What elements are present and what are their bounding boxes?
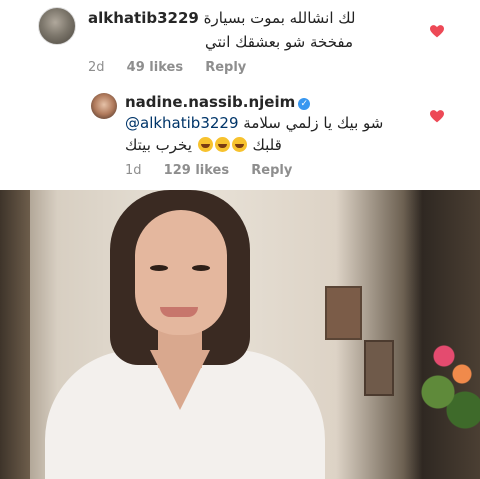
left-eye bbox=[150, 265, 168, 271]
comments-section: alkhatib3229 لك انشالله بموت بسيارة مفخخ… bbox=[0, 0, 480, 190]
comment-meta: 2d 49 likes Reply bbox=[88, 60, 264, 75]
lips bbox=[160, 307, 198, 317]
comment-text-2: مفخخة شو بعشقك انتي bbox=[205, 33, 354, 51]
reply-reply-button[interactable]: Reply bbox=[251, 163, 292, 178]
reply-time: 1d bbox=[125, 163, 142, 178]
reply-button[interactable]: Reply bbox=[205, 60, 246, 75]
avatar-nadine[interactable] bbox=[91, 93, 117, 119]
heart-icon[interactable] bbox=[430, 25, 444, 38]
heart-icon[interactable] bbox=[430, 110, 444, 123]
username-nadine[interactable]: nadine.nassib.njeim bbox=[125, 93, 295, 111]
reply-meta: 1d 129 likes Reply bbox=[125, 163, 310, 178]
wall-picture-frame bbox=[325, 286, 362, 340]
flower-bouquet bbox=[420, 320, 480, 440]
reply-text-3: يخرب بيتك bbox=[125, 136, 192, 154]
username-alkhatib[interactable]: alkhatib3229 bbox=[88, 9, 199, 27]
comment-line-1: alkhatib3229 لك انشالله بموت بسيارة bbox=[88, 9, 356, 27]
v-neckline bbox=[150, 350, 210, 410]
verified-badge-icon: ✓ bbox=[298, 98, 311, 110]
reply-line-0: nadine.nassib.njeim ✓ bbox=[125, 93, 311, 111]
avatar-alkhatib[interactable] bbox=[38, 7, 76, 45]
reply-text-2: قلبك bbox=[252, 136, 282, 154]
laughing-emoji-icon bbox=[214, 137, 230, 152]
reply-line-1: @alkhatib3229 شو بيك يا زلمي سلامة bbox=[125, 114, 383, 132]
comment-text-1: لك انشالله بموت بسيارة bbox=[203, 9, 356, 27]
laughing-emoji-icon bbox=[197, 137, 213, 152]
comment-time: 2d bbox=[88, 60, 105, 75]
mention-link[interactable]: @alkhatib3229 bbox=[125, 114, 239, 132]
comment-line-2: مفخخة شو بعشقك انتي bbox=[205, 33, 353, 51]
likes-count[interactable]: 49 likes bbox=[127, 60, 183, 75]
laughing-emoji-icon bbox=[231, 137, 247, 152]
doorway bbox=[0, 190, 30, 479]
reply-text-1: شو بيك يا زلمي سلامة bbox=[243, 114, 384, 132]
reply-line-2: قلبك يخرب بيتك bbox=[125, 136, 282, 154]
reply-likes-count[interactable]: 129 likes bbox=[164, 163, 229, 178]
post-photo bbox=[0, 190, 480, 479]
right-eye bbox=[192, 265, 210, 271]
wall-picture-frame bbox=[364, 340, 394, 396]
